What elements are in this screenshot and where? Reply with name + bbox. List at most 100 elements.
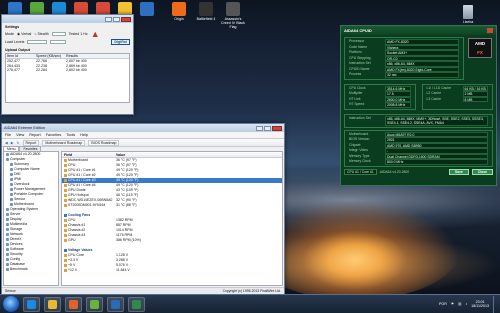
- menu-item[interactable]: File: [5, 133, 11, 137]
- field-label: CPU Core: [68, 253, 84, 257]
- digirol-button[interactable]: DigiRol: [111, 39, 130, 45]
- tree-item-icon: [6, 268, 9, 271]
- desktop-icon[interactable]: Origin: [166, 2, 192, 21]
- forward-icon[interactable]: ▶: [11, 141, 14, 145]
- sensor-icon: [64, 228, 67, 232]
- aida-statusbar: Sensor Copyright (c) 1995-2013 FinalWire…: [2, 287, 284, 294]
- taskbar-app-explorer[interactable]: [44, 296, 61, 312]
- utorrent-icon: [90, 299, 99, 309]
- back-icon[interactable]: ◀: [5, 141, 8, 145]
- tree-item-icon: [10, 178, 13, 181]
- sensor-icon: [64, 203, 67, 207]
- aida-window[interactable]: AIDA64 Extreme Edition File View Report Fav…: [1, 123, 285, 295]
- cpu-select[interactable]: CPU #1 / Core #1: [344, 168, 377, 175]
- close-button[interactable]: [121, 16, 131, 22]
- tree-item-icon: [6, 158, 9, 161]
- minimize-button[interactable]: [256, 125, 263, 131]
- field-label: GPU: [68, 238, 76, 242]
- taskbar-app-cpuid[interactable]: [128, 296, 145, 312]
- field-label: Cooling Fans: [68, 213, 91, 217]
- settings-window[interactable]: Settings Mode ◉ Verbal ○ Stealth Tested …: [1, 14, 134, 115]
- maximize-button[interactable]: [113, 16, 120, 22]
- aida-sensor-pane: Field Value Motherboard 36 °C (97 °F) CPU 3…: [61, 151, 283, 286]
- tree-item-label: Benchmark: [10, 267, 28, 271]
- sensor-icon: [64, 213, 67, 217]
- value-cell: 31 °C (88 °F): [116, 203, 137, 207]
- field-label: Chassis #2: [68, 228, 86, 232]
- aida-title: AIDA64 Extreme Edition: [4, 126, 45, 130]
- mode-verbal-label: Verbal: [21, 32, 32, 36]
- cpuid-field-value: 2008.8 MHz: [385, 102, 411, 108]
- tree-item[interactable]: Benchmark: [4, 267, 58, 272]
- tree-item-icon: [10, 203, 13, 206]
- mode-field[interactable]: [51, 32, 66, 36]
- language-indicator[interactable]: POR: [439, 302, 447, 306]
- clock[interactable]: 23:01 18/11/2013: [471, 300, 489, 308]
- cpuid-window[interactable]: AIDA64 CPUID AMD FX Processor AMD FX-8320 C…: [340, 25, 497, 186]
- tree-item-icon: [6, 238, 9, 241]
- sensor-icon: [64, 178, 67, 182]
- bios-roadmap-button[interactable]: BIOS Roadmap: [88, 139, 120, 146]
- close-button[interactable]: [272, 125, 282, 131]
- menu-item[interactable]: Report: [29, 133, 40, 137]
- recycle-bin[interactable]: Lixeira: [455, 5, 481, 24]
- menu-item[interactable]: Tools: [66, 133, 75, 137]
- network-icon[interactable]: ▥: [458, 302, 461, 306]
- menu-item[interactable]: View: [16, 133, 24, 137]
- volume-icon[interactable]: ♪: [465, 302, 467, 306]
- taskbar-app-ie[interactable]: [23, 296, 40, 312]
- motherboard-roadmap-button[interactable]: Motherboard Roadmap: [42, 139, 86, 146]
- minimize-button[interactable]: [105, 16, 112, 22]
- refresh-icon[interactable]: ↻: [17, 141, 20, 145]
- media-icon: [69, 299, 78, 309]
- cpuid-titlebar[interactable]: AIDA64 CPUID: [341, 26, 496, 35]
- load-field[interactable]: [27, 40, 48, 44]
- tree-item-icon: [6, 233, 9, 236]
- list-item[interactable]: 276,477 22.284 2,802 kb 400: [6, 68, 129, 73]
- show-desktop-button[interactable]: [493, 295, 497, 313]
- report-button[interactable]: Report: [22, 139, 40, 146]
- tree-item-icon: [10, 183, 13, 186]
- taskbar: POR ⚑ ▥ ♪ 23:01 18/11/2013: [0, 294, 500, 313]
- menu-item[interactable]: Favorites: [46, 133, 62, 137]
- mode-stealth-radio[interactable]: ○ Stealth: [34, 32, 48, 36]
- pinned-apps: [23, 296, 145, 312]
- cpuid-clock-box: CPU Clock 3514.6 MHz Multiplier 17.5 HT Link…: [344, 83, 416, 110]
- report-label: Report: [25, 140, 37, 145]
- taskbar-app-media[interactable]: [65, 296, 82, 312]
- desktop-icon[interactable]: Battlefield 4: [193, 2, 219, 21]
- upload-rows: 252,477 22.768 2,807 kb 400 264,433 22.238 2,…: [6, 59, 129, 73]
- aida-titlebar[interactable]: AIDA64 Extreme Edition: [2, 124, 284, 132]
- tree-item-icon: [10, 193, 13, 196]
- recycle-bin-icon: [463, 5, 473, 19]
- tree-item-icon: [10, 188, 13, 191]
- cpuid-cache-box: L1I / L1D Cache 64 KB / 16 KB L2 Cache 2 MB…: [421, 83, 493, 110]
- menu-item[interactable]: Help: [80, 133, 88, 137]
- upload-table: Item Id Speed (KB/sec) Results 252,477 22…: [5, 53, 130, 103]
- table-row[interactable]: +12 V 11.844 V: [62, 268, 282, 273]
- load-field-2[interactable]: [50, 40, 67, 44]
- tree-item-icon: [6, 223, 9, 226]
- close-button[interactable]: Close: [471, 168, 493, 175]
- sensor-icon: [64, 193, 67, 197]
- taskbar-app-utorrent[interactable]: [86, 296, 103, 312]
- maximize-button[interactable]: [264, 125, 271, 131]
- flag-icon[interactable]: ⚑: [451, 302, 454, 306]
- field-label: ST2000DM001-9YN164: [68, 203, 106, 207]
- system-tray: POR ⚑ ▥ ♪ 23:01 18/11/2013: [439, 295, 497, 313]
- settings-label: Settings: [5, 25, 20, 29]
- desktop-icon-label: Assassin's Creed IV Black Flag: [221, 17, 245, 29]
- cpuid-field-label: Memory Clock: [349, 159, 371, 164]
- table-cell: 276,477: [7, 68, 20, 72]
- settings-titlebar[interactable]: [2, 15, 133, 23]
- desktop-icon[interactable]: [134, 2, 160, 17]
- cpuid-version: AIDA64 v4.20.2800: [379, 169, 410, 174]
- mode-verbal-radio[interactable]: ◉ Verbal: [17, 32, 31, 36]
- taskbar-app-aida[interactable]: [107, 296, 124, 312]
- desktop-icon[interactable]: Assassin's Creed IV Black Flag: [220, 2, 246, 29]
- start-button[interactable]: [3, 296, 19, 312]
- save-button[interactable]: Save: [448, 168, 469, 175]
- close-icon[interactable]: [487, 28, 493, 33]
- field-label: GPU Diode: [68, 188, 86, 192]
- cpuid-field: HT Speed 2008.8 MHz: [346, 102, 414, 108]
